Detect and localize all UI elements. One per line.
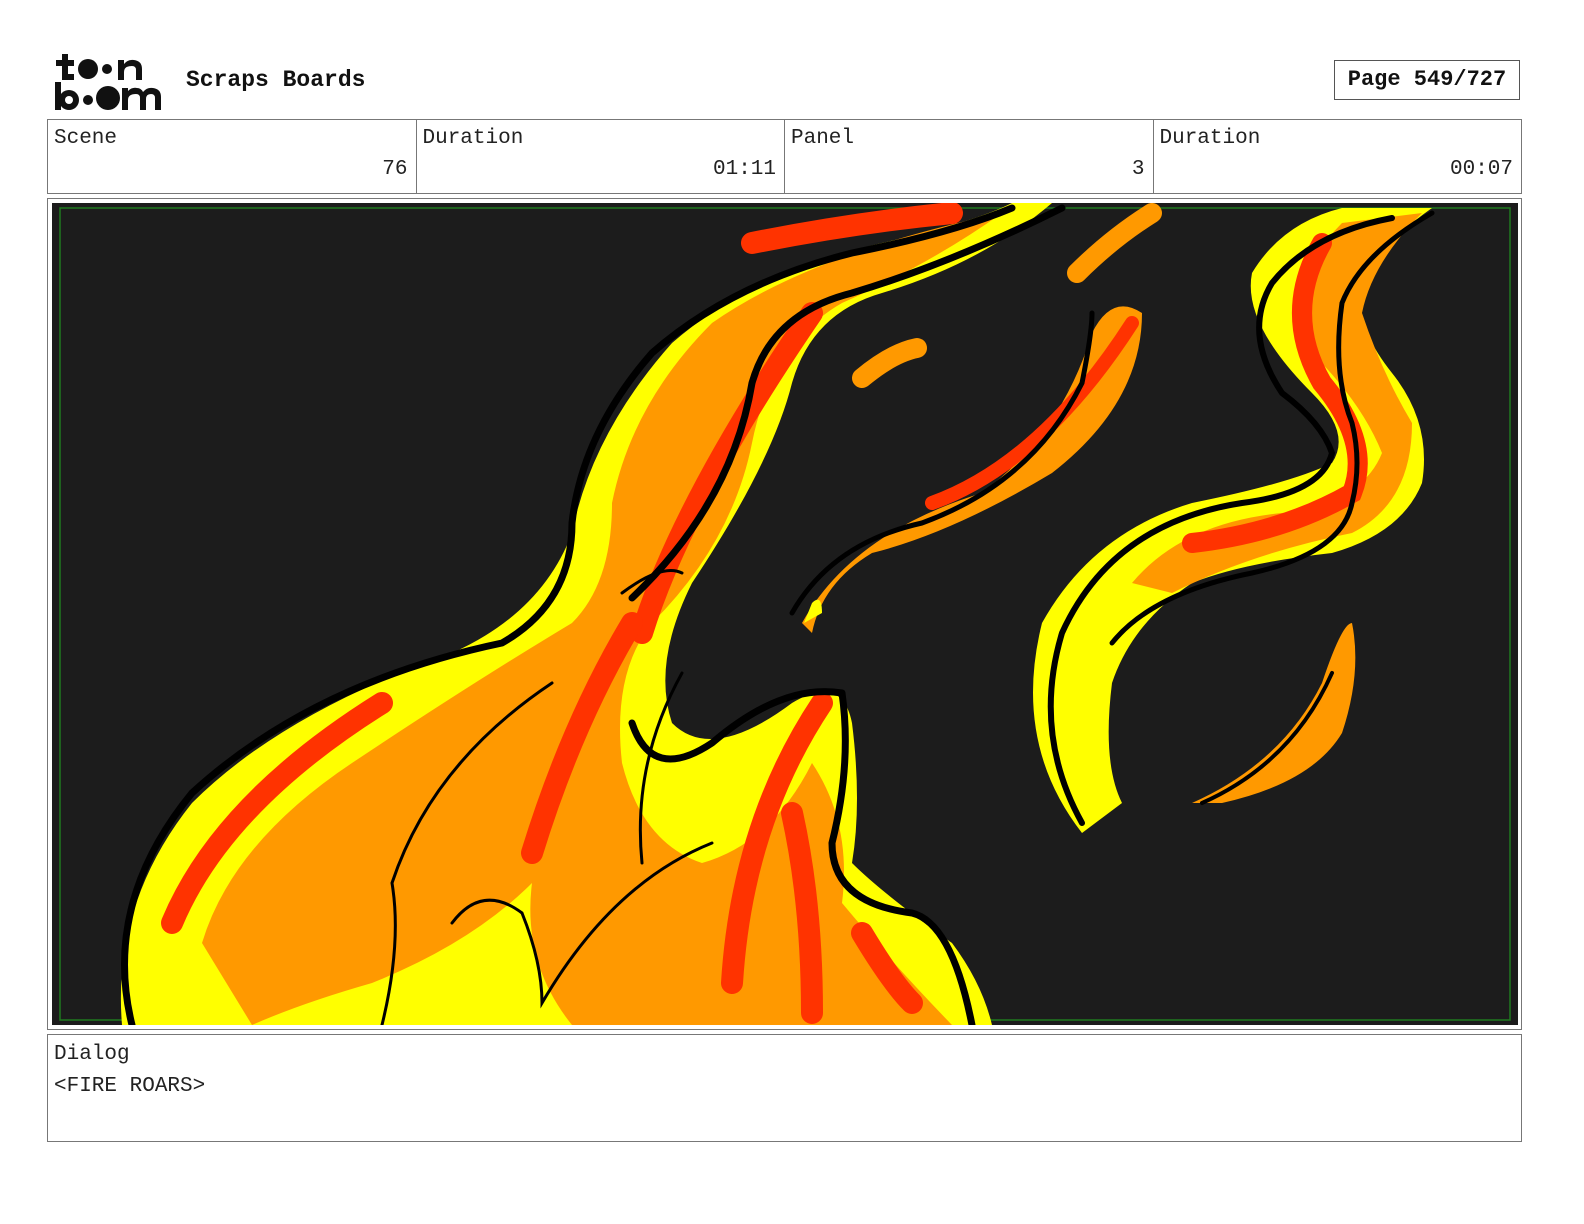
panel-value: 3	[1131, 158, 1145, 181]
panel-label: Panel	[791, 127, 855, 150]
dialog-label: Dialog	[54, 1043, 130, 1066]
scene-value: 76	[382, 158, 408, 181]
scene-duration-cell: Duration 01:11	[417, 120, 785, 193]
panel-cell: Panel 3	[785, 120, 1154, 193]
dialog-box: Dialog <FIRE ROARS>	[47, 1034, 1522, 1142]
project-title: Scraps Boards	[186, 67, 366, 93]
scene-duration-value: 01:11	[712, 158, 776, 181]
panel-artwork	[52, 203, 1518, 1025]
dialog-text: <FIRE ROARS>	[54, 1075, 206, 1098]
scene-duration-label: Duration	[422, 127, 524, 150]
panel-duration-value: 00:07	[1449, 158, 1513, 181]
toon-boom-logo	[55, 54, 161, 110]
scene-cell: Scene 76	[48, 120, 417, 193]
panel-duration-cell: Duration 00:07	[1154, 120, 1522, 193]
panel-info-row: Scene 76 Duration 01:11 Panel 3 Duration…	[47, 119, 1522, 194]
page-counter: Page 549/727	[1334, 60, 1520, 100]
scene-label: Scene	[54, 127, 118, 150]
panel-duration-label: Duration	[1159, 127, 1261, 150]
